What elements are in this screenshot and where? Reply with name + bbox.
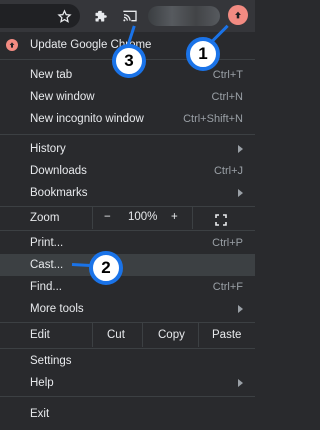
fullscreen-icon[interactable] — [215, 213, 227, 231]
submenu-arrow-icon — [238, 305, 243, 313]
menu-item-shortcut: Ctrl+Shift+N — [183, 113, 243, 125]
zoom-level: 100% — [128, 211, 158, 223]
menu-item-label: New incognito window — [30, 113, 144, 125]
menu-item-label: Settings — [30, 355, 72, 367]
menu-item-label: New tab — [30, 69, 73, 81]
menu-item-label: Zoom — [30, 212, 60, 224]
star-icon[interactable] — [54, 6, 74, 26]
callout-badge-2: 2 — [89, 251, 123, 285]
callout-badge-3: 3 — [112, 44, 146, 78]
menu-item-cast[interactable]: Cast... — [0, 254, 255, 276]
menu-item-downloads[interactable]: Downloads Ctrl+J — [0, 160, 255, 182]
menu-item-help[interactable]: Help — [0, 372, 255, 394]
divider — [142, 323, 143, 347]
divider — [92, 207, 93, 229]
divider — [92, 323, 93, 347]
callout-badge-1: 1 — [186, 37, 220, 71]
menu-item-print[interactable]: Print... Ctrl+P — [0, 232, 255, 254]
blurred-profile-area — [148, 6, 220, 26]
zoom-in-button[interactable]: + — [171, 211, 178, 223]
submenu-arrow-icon — [238, 189, 243, 197]
divider — [198, 323, 199, 347]
divider — [0, 134, 255, 135]
update-arrow-icon — [6, 39, 18, 51]
menu-item-new-window[interactable]: New window Ctrl+N — [0, 86, 255, 108]
divider — [192, 207, 193, 229]
menu-item-settings[interactable]: Settings — [0, 350, 255, 372]
menu-item-label: Exit — [30, 408, 50, 420]
paste-button[interactable]: Paste — [212, 329, 241, 341]
menu-item-bookmarks[interactable]: Bookmarks — [0, 182, 255, 204]
menu-item-more-tools[interactable]: More tools — [0, 298, 255, 320]
menu-item-shortcut: Ctrl+T — [212, 69, 243, 81]
submenu-arrow-icon — [238, 145, 243, 153]
menu-item-label: Downloads — [30, 165, 87, 177]
submenu-arrow-icon — [238, 379, 243, 387]
menu-item-find[interactable]: Find... Ctrl+F — [0, 276, 255, 298]
menu-item-label: Bookmarks — [30, 187, 88, 199]
menu-item-label: Cast... — [30, 259, 64, 271]
menu-item-shortcut: Ctrl+P — [212, 237, 243, 249]
menu-item-label: Help — [30, 377, 54, 389]
menu-item-label: Edit — [30, 329, 50, 341]
cut-button[interactable]: Cut — [107, 329, 125, 341]
menu-item-history[interactable]: History — [0, 138, 255, 160]
menu-item-shortcut: Ctrl+J — [213, 165, 243, 177]
menu-item-label: Find... — [30, 281, 62, 293]
menu-item-shortcut: Ctrl+F — [212, 281, 243, 293]
browser-toolbar — [0, 0, 255, 32]
menu-item-label: Print... — [30, 237, 64, 249]
divider — [0, 230, 255, 231]
copy-button[interactable]: Copy — [158, 329, 185, 341]
divider — [0, 396, 255, 397]
menu-item-label: New window — [30, 91, 95, 103]
zoom-out-button[interactable]: − — [104, 211, 111, 223]
menu-item-shortcut: Ctrl+N — [211, 91, 243, 103]
divider — [0, 348, 255, 349]
menu-item-new-incognito[interactable]: New incognito window Ctrl+Shift+N — [0, 108, 255, 130]
cast-icon[interactable] — [120, 6, 140, 26]
extensions-icon[interactable] — [90, 6, 110, 26]
chrome-menu: Update Google Chrome New tab Ctrl+T New … — [0, 32, 255, 430]
menu-item-label: More tools — [30, 303, 84, 315]
menu-item-exit[interactable]: Exit — [0, 403, 255, 425]
menu-item-label: History — [30, 143, 66, 155]
update-icon[interactable] — [228, 5, 248, 25]
